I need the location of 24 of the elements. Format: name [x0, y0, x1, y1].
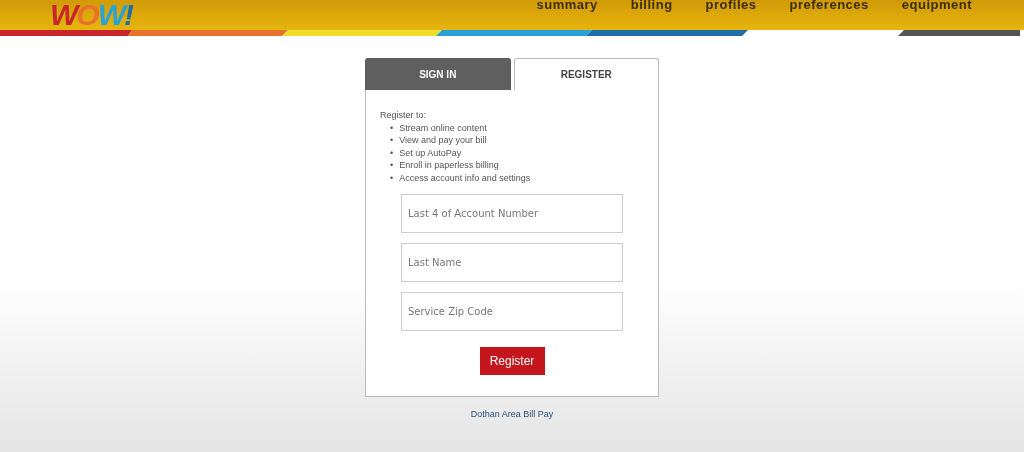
benefit-item: Stream online content	[399, 122, 487, 135]
nav-link[interactable]: profiles	[705, 0, 757, 11]
benefit-item: Access account info and settings	[399, 171, 531, 185]
nav-link[interactable]: equipment	[901, 0, 972, 11]
bill-pay-link[interactable]: Dothan Area Bill Pay	[470, 409, 554, 420]
input-field[interactable]: Last 4 of Account Number	[401, 194, 623, 234]
logo: WOW!	[50, 0, 132, 30]
input-field[interactable]: Last Name	[401, 243, 623, 283]
tab[interactable]: REGISTER	[513, 58, 659, 90]
bullet: •	[390, 159, 394, 172]
input-field[interactable]: Service Zip Code	[401, 292, 623, 332]
intro-text: Register to:	[380, 110, 428, 120]
benefit-item: Enroll in paperless billing	[399, 159, 499, 172]
nav-link[interactable]: summary	[536, 0, 598, 11]
bullet: •	[390, 146, 394, 160]
tab[interactable]: SIGN IN	[365, 58, 511, 90]
bullet: •	[390, 122, 394, 135]
bullet: •	[390, 171, 394, 185]
benefit-item: Set up AutoPay	[399, 146, 462, 160]
benefit-item: View and pay your bill	[399, 134, 487, 147]
bullet: •	[390, 134, 394, 147]
nav-link[interactable]: billing	[630, 0, 673, 11]
nav-link[interactable]: preferences	[789, 0, 869, 11]
register-button[interactable]: Register	[479, 347, 545, 376]
